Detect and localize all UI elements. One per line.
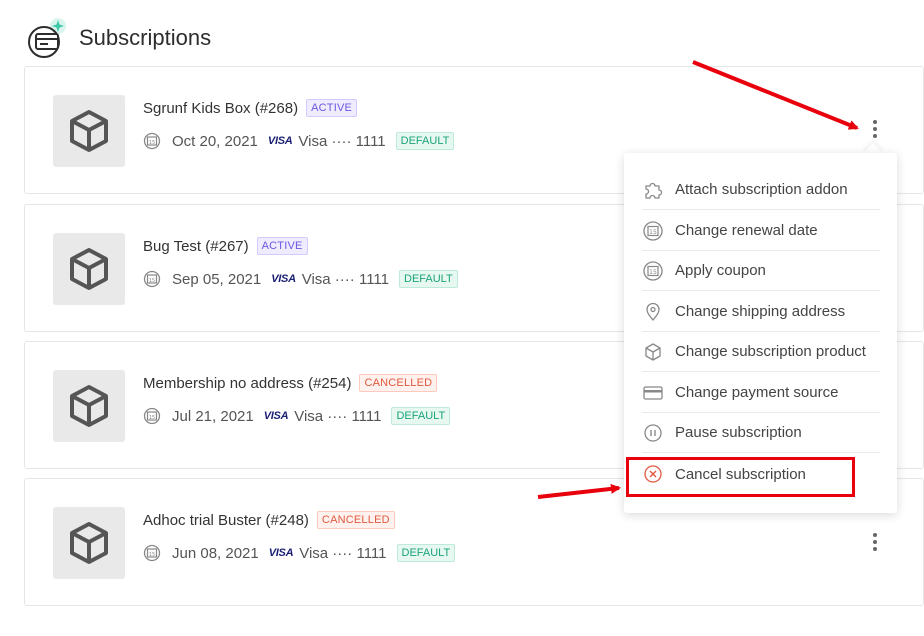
renewal-date: Sep 05, 2021 <box>172 270 262 288</box>
default-badge: DEFAULT <box>395 132 455 150</box>
product-thumbnail <box>53 233 125 305</box>
default-badge: DEFAULT <box>396 544 456 562</box>
menu-item-label: Change payment source <box>675 384 839 401</box>
svg-text:15: 15 <box>149 415 155 421</box>
location-pin-icon <box>642 301 664 323</box>
card-number: Visa ···· 1111 <box>298 132 386 150</box>
annotation-highlight-box <box>626 457 855 497</box>
product-thumbnail <box>53 370 125 442</box>
product-thumbnail <box>53 95 125 167</box>
renewal-date: Jul 21, 2021 <box>172 407 254 425</box>
menu-item-change-subscription-product[interactable]: Change subscription product <box>642 332 880 372</box>
page-title: Subscriptions <box>79 25 212 50</box>
default-badge: DEFAULT <box>399 270 458 288</box>
subscription-name[interactable]: Adhoc trial Buster (#248) <box>143 512 309 529</box>
svg-text:15: 15 <box>149 552 155 558</box>
subscription-name[interactable]: Membership no address (#254) <box>143 375 351 392</box>
box-icon <box>642 341 664 363</box>
menu-item-label: Change shipping address <box>675 303 846 320</box>
svg-text:15: 15 <box>649 229 657 236</box>
menu-item-label: Change subscription product <box>675 343 866 360</box>
calendar-icon: 15 <box>143 407 161 425</box>
subscriptions-icon <box>24 16 68 60</box>
card-number: Visa ···· 1111 <box>294 407 382 425</box>
status-badge: CANCELLED <box>359 374 438 392</box>
card-number: Visa ···· 1111 <box>299 544 387 562</box>
visa-logo-icon: VISA <box>263 410 289 422</box>
box-icon <box>70 522 108 564</box>
subscription-name[interactable]: Bug Test (#267) <box>143 238 249 255</box>
more-options-icon[interactable] <box>865 115 885 143</box>
visa-logo-icon: VISA <box>268 547 294 559</box>
default-badge: DEFAULT <box>391 407 451 425</box>
credit-card-icon <box>642 382 664 404</box>
renewal-date: Jun 08, 2021 <box>172 544 259 562</box>
box-icon <box>70 110 108 152</box>
calendar-icon: 15 <box>642 220 664 242</box>
menu-item-label: Apply coupon <box>675 262 766 279</box>
box-icon <box>70 248 108 290</box>
box-icon <box>70 385 108 427</box>
more-options-icon[interactable] <box>865 528 885 556</box>
calendar-icon: 15 <box>143 132 161 150</box>
menu-item-attach-addon[interactable]: Attach subscription addon <box>642 170 880 210</box>
visa-logo-icon: VISA <box>267 135 293 147</box>
calendar-icon: 15 <box>143 544 161 562</box>
card-number: Visa ···· 1111 <box>301 270 389 288</box>
menu-item-change-payment-source[interactable]: Change payment source <box>642 373 880 413</box>
status-badge: ACTIVE <box>256 237 308 255</box>
product-thumbnail <box>53 507 125 579</box>
menu-item-change-renewal-date[interactable]: 15 Change renewal date <box>642 211 880 251</box>
menu-item-change-shipping-address[interactable]: Change shipping address <box>642 292 880 332</box>
status-badge: CANCELLED <box>316 511 395 529</box>
menu-item-label: Change renewal date <box>675 222 818 239</box>
status-badge: ACTIVE <box>306 99 358 117</box>
puzzle-icon <box>642 179 664 201</box>
svg-text:15: 15 <box>649 269 657 276</box>
visa-logo-icon: VISA <box>271 273 296 285</box>
pause-icon <box>642 422 664 444</box>
renewal-date: Oct 20, 2021 <box>172 132 258 150</box>
page-header: Subscriptions <box>24 16 211 60</box>
menu-item-label: Pause subscription <box>675 424 802 441</box>
menu-item-label: Attach subscription addon <box>675 181 848 198</box>
calendar-icon: 15 <box>143 270 161 288</box>
menu-item-pause-subscription[interactable]: Pause subscription <box>642 413 880 453</box>
svg-text:15: 15 <box>149 140 155 146</box>
subscription-name[interactable]: Sgrunf Kids Box (#268) <box>143 100 298 117</box>
svg-text:15: 15 <box>149 278 155 284</box>
calendar-icon: 15 <box>642 260 664 282</box>
menu-item-apply-coupon[interactable]: 15 Apply coupon <box>642 251 880 291</box>
